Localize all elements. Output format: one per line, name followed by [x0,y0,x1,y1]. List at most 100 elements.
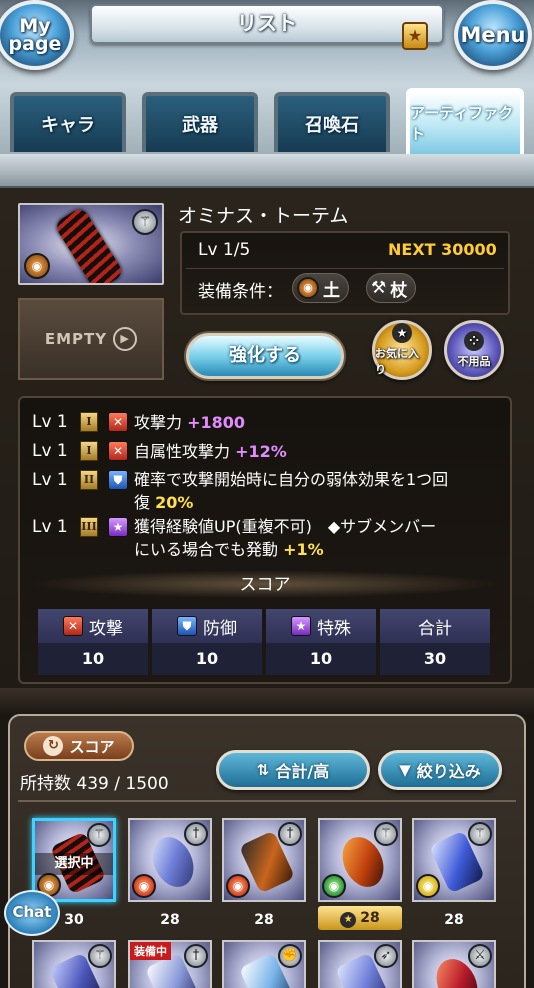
score-header-attack: ✕ 攻撃 [38,609,148,643]
score-title: スコア [30,570,500,598]
skill-text: 獲得経験値UP(重複不可) ◆サブメンバー にいる場合でも発動 +1% [134,517,437,559]
score-value-defense: 10 [152,643,262,675]
staff-icon: ⚚ [132,209,158,235]
attack-icon: ✕ [108,412,128,432]
staff-icon: ⚚ [468,822,492,846]
artifact-name: オミナス・トーテム [178,205,349,227]
page-title: リスト [237,11,297,35]
sword-icon: ⚔ [468,944,492,968]
weapon-requirement: ⚒ 杖 [366,273,417,303]
earth-element-icon: ◉ [297,277,319,299]
play-icon: ▶ [113,327,138,351]
selected-label: 選択中 [35,853,113,875]
star-icon: ★ [392,323,412,343]
card-score: 28 [160,912,180,928]
empty-slot-button[interactable]: EMPTY ▶ [18,298,164,380]
score-value-special: 10 [266,643,376,675]
defense-icon: ⛊ [177,616,197,636]
staff-icon: ⚒ [371,278,387,298]
sort-arrows-icon: ⇅ [256,761,270,779]
tab-artifact[interactable]: アーティファクト [406,88,524,154]
skill-level: Lv 1 [32,412,68,432]
light-element-icon: ◉ [416,874,440,898]
cycle-icon: ↻ [43,736,64,756]
page-title-bar: リスト [90,4,444,44]
artifact-card[interactable]: ⚚ ◉ 選択中 [32,818,116,902]
staff-icon: ⚚ [88,944,112,968]
skill-level: Lv 1 [32,517,68,537]
empty-label: EMPTY [44,330,108,348]
favorite-button[interactable]: ★ お気に入り [372,320,432,380]
dagger-icon: † [184,822,208,846]
card-score-favorite: ★ 28 [318,906,402,930]
section-divider [0,688,534,716]
chat-button[interactable]: Chat [4,890,60,936]
score-header-special: ★ 特殊 [266,609,376,643]
sort-order-button[interactable]: ⇅ 合計/高 [216,750,370,790]
tab-summon[interactable]: 召喚石 [274,92,390,152]
card-score: 28 [444,912,464,928]
artifact-card[interactable]: ⚔ [412,940,496,988]
score-header-total: 合計 [380,609,490,643]
rank-badge: III [80,517,98,537]
skill-level: Lv 1 [32,441,68,461]
staff-icon: ⚚ [87,823,111,847]
earth-element-icon: ◉ [24,253,50,279]
score-value-total: 30 [380,643,490,675]
tab-chara[interactable]: キャラ [10,92,126,152]
next-exp: NEXT 30000 [388,240,497,259]
fire-element-icon: ◉ [132,874,156,898]
sort-key-button[interactable]: ↻ スコア [24,731,134,761]
artifact-card[interactable]: ✊ [222,940,306,988]
skill-level: Lv 1 [32,470,68,490]
rank-badge: I [80,412,98,432]
special-icon: ★ [291,616,311,636]
score-header-defense: ⛊ 防御 [152,609,262,643]
rank-badge: I [80,441,98,461]
dots-icon: ⁘ [464,331,484,351]
attack-icon: ✕ [63,616,83,636]
skill-text: 自属性攻撃力 +12% [134,442,287,461]
dagger-icon: † [184,944,208,968]
element-requirement: ◉ 土 [292,273,349,303]
fire-element-icon: ◉ [226,874,250,898]
artifact-card[interactable]: ➶ [318,940,402,988]
artifact-card[interactable]: ⚚ [32,940,116,988]
score-value-attack: 10 [38,643,148,675]
menu-button[interactable]: Menu [454,0,532,70]
star-icon: ★ [340,912,357,928]
rank-badge: II [80,470,98,490]
bow-icon: ➶ [374,944,398,968]
staff-icon: ⚚ [374,822,398,846]
inventory-count: 所持数 439 / 1500 [20,774,169,794]
artifact-card[interactable]: † ◉ [222,818,306,902]
filter-button[interactable]: ▼ 絞り込み [378,750,502,790]
fist-icon: ✊ [278,944,302,968]
inventory-divider [18,800,516,802]
filter-icon: ▼ [399,761,411,779]
category-tabs: キャラ 武器 召喚石 アーティファクト [0,88,534,156]
defense-icon: ⛊ [108,470,128,490]
artifact-card[interactable]: ⚚ ◉ [412,818,496,902]
attack-icon: ✕ [108,441,128,461]
totem-artwork [53,206,125,283]
tab-weapon[interactable]: 武器 [142,92,258,152]
artifact-image[interactable]: ⚚ ◉ [18,203,164,285]
info-divider [186,268,504,269]
wind-element-icon: ◉ [322,874,346,898]
equipped-tag: 装備中 [130,942,171,960]
special-icon: ★ [108,517,128,537]
junk-button[interactable]: ⁘ 不用品 [444,320,504,380]
artifact-card[interactable]: † ◉ [128,818,212,902]
skill-text: 攻撃力 +1800 [134,413,246,432]
dagger-icon: † [278,822,302,846]
star-icon[interactable]: ★ [402,22,428,50]
header-divider [0,154,534,188]
skill-text: 確率で攻撃開始時に自分の弱体効果を1つ回 復 20% [134,470,449,512]
enhance-button[interactable]: 強化する [186,333,344,379]
artifact-card[interactable]: ⚚ ◉ [318,818,402,902]
equip-condition-label: 装備条件： [198,282,283,302]
artifact-level: Lv 1/5 [198,240,251,260]
artifact-card[interactable]: † 装備中 [128,940,212,988]
card-score: 28 [254,912,274,928]
